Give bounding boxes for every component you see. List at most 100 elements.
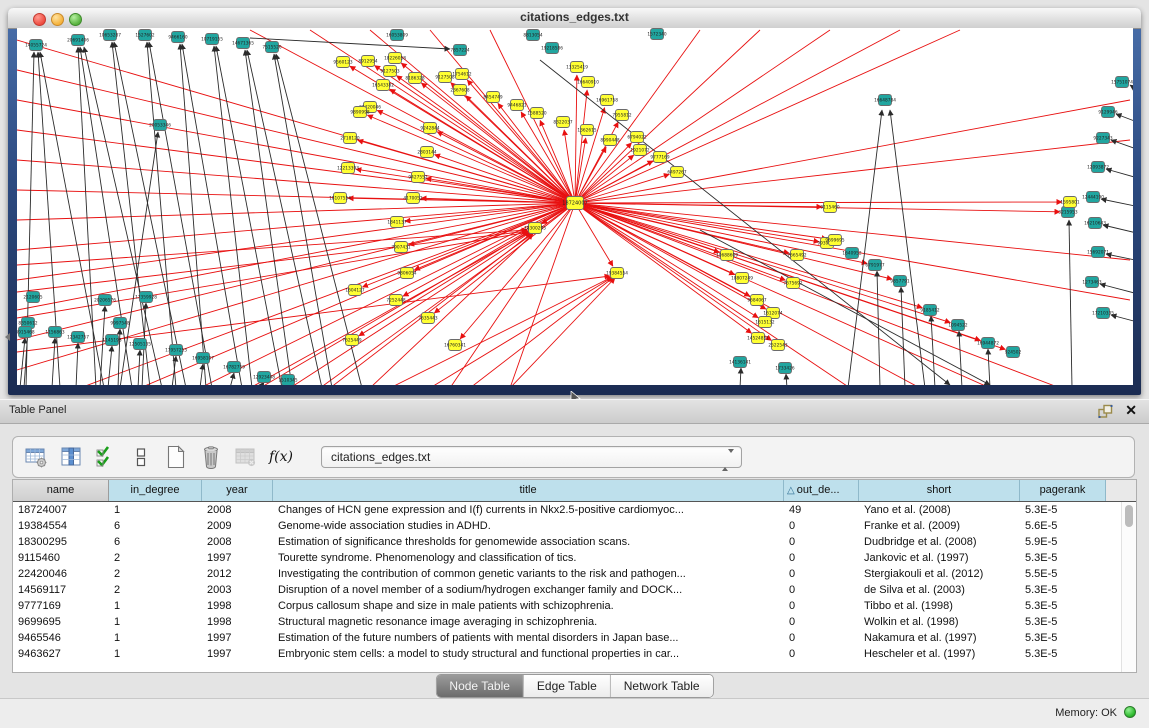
graph-edge-red <box>403 203 575 296</box>
graph-node-label: 2367608 <box>450 88 469 94</box>
graph-node-label: 6497267 <box>667 170 686 176</box>
graph-edge-red <box>390 277 612 385</box>
table-row[interactable]: 1872400712008Changes of HCN gene express… <box>13 502 1136 518</box>
graph-node-label: 9997548 <box>110 321 129 327</box>
column-header-out-degree[interactable]: △out_de... <box>784 480 859 501</box>
table-cell: 9777169 <box>13 598 109 614</box>
table-row[interactable]: 977716911998Corpus callosum shape and si… <box>13 598 1136 614</box>
graph-edge-black <box>786 374 787 385</box>
graph-node-label: 19384554 <box>606 271 628 277</box>
table-row[interactable]: 946362711997Embryonic stem cells: a mode… <box>13 646 1136 662</box>
table-tabs: Node TableEdge TableNetwork Table <box>435 674 713 698</box>
graph-node-label: 7857224 <box>450 48 469 54</box>
function-builder-icon[interactable]: f(x) <box>268 444 294 470</box>
delete-rows-icon[interactable] <box>198 444 224 470</box>
float-window-icon[interactable] <box>1098 404 1113 419</box>
graph-node-label: 17957253 <box>165 348 187 354</box>
table-cell: Stergiakouli et al. (2012) <box>859 566 1020 582</box>
tab-node-table[interactable]: Node Table <box>436 675 523 697</box>
graph-node-label: 1145193 <box>102 338 121 344</box>
graph-node-label: 12093872 <box>1087 165 1109 171</box>
graph-edge-black <box>1130 85 1133 95</box>
table-cell: 1997 <box>202 550 273 566</box>
graph-node-label: 7625449 <box>342 338 361 344</box>
close-panel-icon[interactable]: ✕ <box>1125 402 1137 419</box>
graph-node-label: 14136141 <box>729 360 751 366</box>
table-cell: 2 <box>109 550 202 566</box>
dropdown-stepper-icon <box>722 450 734 470</box>
graph-node-label: 18226058 <box>384 56 406 62</box>
table-cell: de Silva et al. (2003) <box>859 582 1020 598</box>
vertical-scrollbar[interactable] <box>1121 502 1136 672</box>
graph-node-label: 8912954 <box>358 59 377 65</box>
memory-status-dot-icon[interactable] <box>1124 706 1136 718</box>
column-header-year[interactable]: year <box>202 480 273 501</box>
panel-collapse-arrow-icon[interactable] <box>1 333 10 341</box>
graph-node-label: 9129946 <box>1098 110 1117 116</box>
table-row[interactable]: 1456911722003Disruption of a novel membe… <box>13 582 1136 598</box>
graph-edge-black <box>1069 220 1072 385</box>
graph-edge-black <box>1106 169 1133 180</box>
network-graph-canvas[interactable]: 1405572420691406106532871527602946616010… <box>17 28 1133 385</box>
graph-node-label: 10688609 <box>716 253 738 259</box>
table-header-row: name in_degree year title △out_de... sho… <box>13 480 1136 502</box>
column-header-in-degree[interactable]: in_degree <box>109 480 202 501</box>
graph-edge-black <box>740 368 741 385</box>
window-titlebar[interactable]: citations_edges.txt <box>8 8 1141 29</box>
column-header-name[interactable]: name <box>13 480 109 501</box>
deselect-all-icon[interactable] <box>128 444 154 470</box>
table-row[interactable]: 1830029562008Estimation of significance … <box>13 534 1136 550</box>
table-cell: 5.6E-5 <box>1020 518 1106 534</box>
table-cell: Tibbo et al. (1998) <box>859 598 1020 614</box>
graph-edge-red <box>460 203 575 339</box>
graph-edge-red <box>17 203 575 310</box>
memory-status-label: Memory: OK <box>1055 707 1117 719</box>
table-cell: 2003 <box>202 582 273 598</box>
table-row[interactable]: 1938455462009Genome-wide association stu… <box>13 518 1136 534</box>
graph-node-label: 9115460 <box>820 205 839 211</box>
graph-edge-black <box>1111 315 1133 324</box>
table-cell: Corpus callosum shape and size in male p… <box>273 598 784 614</box>
table-cell: 5.3E-5 <box>1020 582 1106 598</box>
graph-edge-red <box>575 140 1130 203</box>
graph-node-label: 18300295 <box>524 226 546 232</box>
table-cell: 5.3E-5 <box>1020 630 1106 646</box>
graph-node-label: 17359928 <box>135 295 157 301</box>
table-cell: 9115460 <box>13 550 109 566</box>
tab-edge-table[interactable]: Edge Table <box>523 675 610 697</box>
table-row[interactable]: 911546021997Tourette syndrome. Phenomeno… <box>13 550 1136 566</box>
graph-edge-red <box>575 203 735 275</box>
table-row[interactable]: 969969511998Structural magnetic resonanc… <box>13 614 1136 630</box>
table-cell: 1998 <box>202 598 273 614</box>
select-all-icon[interactable] <box>93 444 119 470</box>
table-cell: 5.9E-5 <box>1020 534 1106 550</box>
column-header-title[interactable]: title <box>273 480 784 501</box>
scrollbar-thumb[interactable] <box>1125 505 1133 527</box>
tab-network-table[interactable]: Network Table <box>610 675 713 697</box>
table-row[interactable]: 946554611997Estimation of the future num… <box>13 630 1136 646</box>
table-cell: Embryonic stem cells: a model to study s… <box>273 646 784 662</box>
table-options-icon[interactable] <box>23 444 49 470</box>
graph-node-label: 2120605 <box>23 295 42 301</box>
table-select-dropdown[interactable]: citations_edges.txt <box>321 446 742 468</box>
graph-edge-black <box>959 331 962 385</box>
table-cell: 2 <box>109 566 202 582</box>
graph-node-label: 1640952 <box>842 251 861 257</box>
graph-node-label: 924502 <box>1005 350 1022 356</box>
graph-node-label: 2718120 <box>340 136 359 142</box>
table-cell: 1997 <box>202 630 273 646</box>
graph-edge-red <box>470 277 614 385</box>
graph-node-label: 1156863 <box>45 330 64 336</box>
graph-node-label: 16640910 <box>577 80 599 86</box>
column-header-short[interactable]: short <box>859 480 1020 501</box>
table-cell: 18300295 <box>13 534 109 550</box>
table-cell: 5.5E-5 <box>1020 566 1106 582</box>
graph-node-label: 8813054 <box>523 33 542 39</box>
graph-edge-black <box>200 364 203 385</box>
create-table-icon[interactable] <box>163 444 189 470</box>
table-row[interactable]: 2242004622012Investigating the contribut… <box>13 566 1136 582</box>
table-cell: 19384554 <box>13 518 109 534</box>
graph-node-label: 12213393 <box>337 166 359 172</box>
column-header-pagerank[interactable]: pagerank <box>1020 480 1106 501</box>
show-column-icon[interactable] <box>58 444 84 470</box>
